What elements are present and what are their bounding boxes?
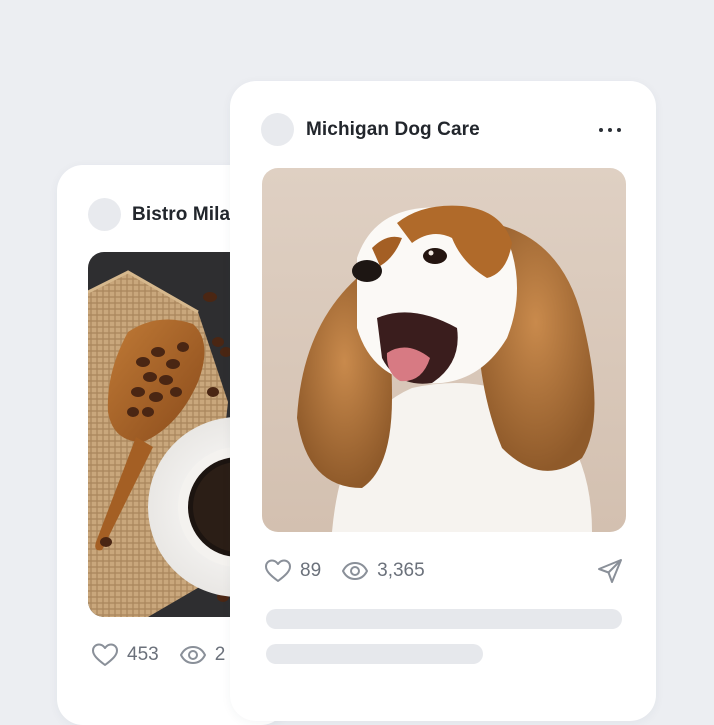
caption-placeholder-line	[266, 609, 622, 629]
heart-icon	[92, 643, 118, 666]
post-image-dog[interactable]	[262, 168, 626, 532]
post-author-name[interactable]: Michigan Dog Care	[306, 119, 480, 141]
send-icon	[598, 559, 622, 583]
avatar[interactable]	[88, 198, 121, 231]
post-stats: 89 3,365	[264, 558, 445, 584]
post-card-dog-care: Michigan Dog Care 89 3,365	[230, 81, 656, 721]
more-options-button[interactable]	[596, 117, 624, 141]
post-stats: 453 2	[91, 642, 245, 668]
post-author-name[interactable]: Bistro Mila	[132, 204, 230, 226]
heart-icon	[265, 559, 291, 582]
like-count: 89	[300, 560, 322, 581]
caption-placeholder-line	[266, 644, 483, 664]
like-count: 453	[127, 644, 159, 665]
view-count: 2	[214, 644, 226, 665]
view-count: 3,365	[377, 560, 425, 581]
like-button[interactable]: 453	[91, 642, 159, 668]
eye-icon	[342, 562, 369, 580]
like-button[interactable]: 89	[264, 558, 321, 584]
spaniel-dog-photo	[262, 168, 626, 532]
eye-icon	[179, 646, 206, 664]
views-indicator[interactable]: 2	[179, 644, 226, 666]
share-button[interactable]	[596, 557, 624, 585]
views-indicator[interactable]: 3,365	[341, 560, 425, 582]
avatar[interactable]	[261, 113, 294, 146]
